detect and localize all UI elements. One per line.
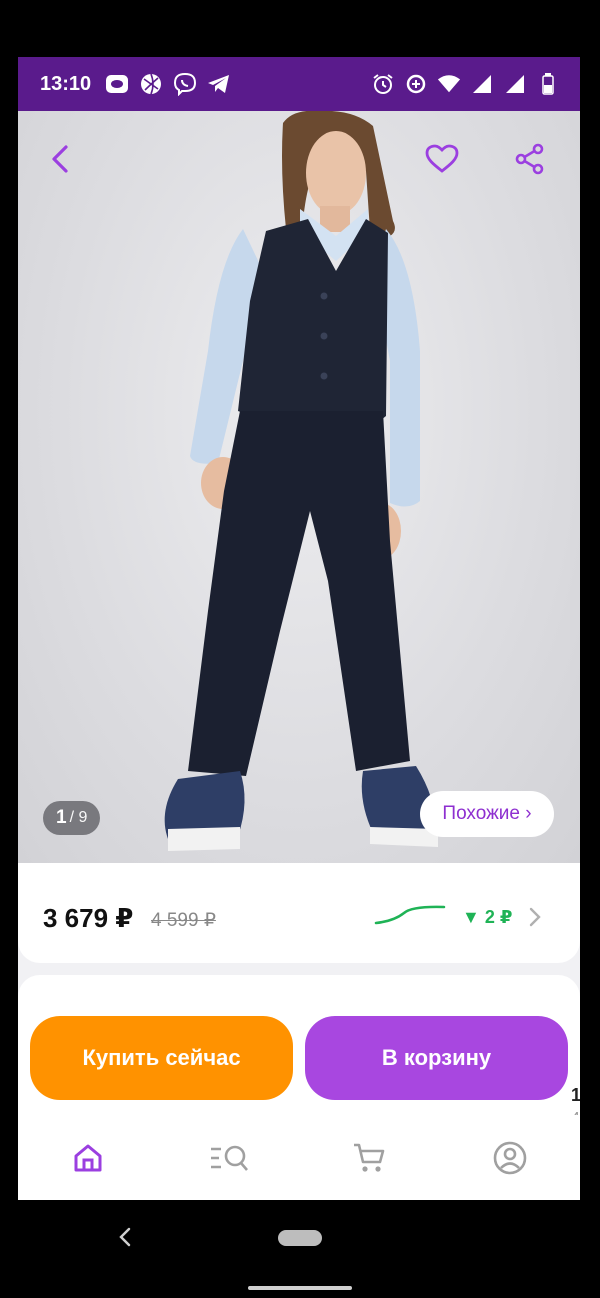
heart-icon — [425, 144, 459, 173]
peek-card-top: 1 — [571, 1085, 580, 1105]
gesture-bar[interactable] — [248, 1286, 352, 1290]
share-icon — [515, 143, 544, 175]
price-drop: ▼ 2 ₽ — [462, 907, 513, 927]
nav-catalog[interactable] — [199, 1128, 259, 1188]
nav-home[interactable] — [58, 1128, 118, 1188]
buy-now-button[interactable]: Купить сейчас — [30, 1016, 293, 1100]
old-price: 4 599 ₽ — [151, 910, 216, 931]
price-trend-icon — [374, 905, 446, 925]
data-saver-icon — [404, 72, 428, 96]
image-counter: 1 / 9 — [43, 801, 101, 835]
nav-profile[interactable] — [480, 1128, 540, 1188]
battery-icon — [536, 72, 560, 96]
viber-icon — [173, 72, 197, 96]
catalog-search-icon — [210, 1145, 248, 1171]
add-to-cart-button[interactable]: В корзину — [305, 1016, 568, 1100]
status-bar: 13:10 — [18, 57, 580, 111]
system-back-icon[interactable] — [115, 1225, 135, 1249]
current-price: 3 679 ₽ — [43, 903, 134, 933]
ok-icon — [105, 72, 129, 96]
signal-icon-2 — [503, 72, 527, 96]
cart-icon — [354, 1143, 385, 1172]
image-counter-current: 1 — [56, 807, 67, 828]
share-button[interactable] — [508, 137, 552, 181]
status-notification-icons — [105, 72, 231, 96]
wifi-icon — [437, 72, 461, 96]
product-image-gallery[interactable]: 1 / 9 Похожие › — [18, 111, 580, 863]
home-icon — [74, 1144, 102, 1171]
product-photo — [164, 111, 438, 851]
status-system-icons — [371, 72, 560, 96]
back-button[interactable] — [38, 137, 82, 181]
back-arrow-icon — [52, 145, 68, 173]
alarm-icon — [371, 72, 395, 96]
nav-cart[interactable] — [339, 1128, 399, 1188]
signal-icon — [470, 72, 494, 96]
status-time: 13:10 — [40, 72, 92, 95]
similar-button[interactable]: Похожие › — [420, 791, 554, 837]
app-screen: 13:10 1 / 9 Похожие › 3 679 ₽ 4 599 ₽ ▼ … — [18, 57, 580, 1200]
system-home-button[interactable] — [278, 1230, 322, 1246]
favorite-button[interactable] — [420, 137, 464, 181]
price-card[interactable]: 3 679 ₽ 4 599 ₽ ▼ 2 ₽ — [18, 863, 580, 963]
telegram-icon — [207, 72, 231, 96]
profile-icon — [493, 1141, 527, 1174]
chevron-right-icon — [529, 907, 541, 927]
basketball-icon — [139, 72, 163, 96]
bottom-navigation — [18, 1115, 580, 1200]
image-counter-total: / 9 — [69, 809, 88, 826]
